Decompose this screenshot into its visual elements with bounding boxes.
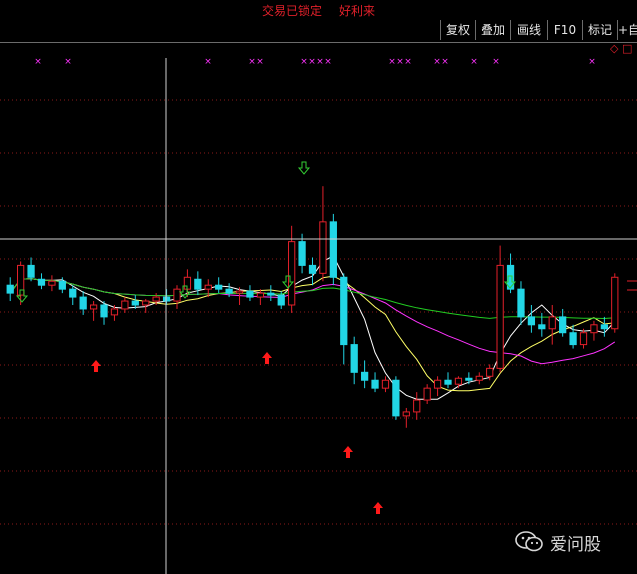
- candle-body-39: [413, 399, 421, 413]
- candle-body-21: [225, 288, 233, 294]
- trade-status-bar: 交易已锁定 好利来: [0, 0, 637, 18]
- buy-arrow-icon-2: [343, 446, 353, 458]
- candle-body-0: [6, 284, 14, 294]
- event-marker-11: ×: [404, 57, 412, 67]
- candle-body-54: [569, 332, 577, 346]
- candle-body-32: [340, 276, 348, 346]
- candle-body-11: [121, 300, 129, 310]
- candle-body-7: [79, 296, 87, 310]
- candle-body-50: [527, 316, 536, 326]
- buy-arrow-icon-1: [262, 352, 272, 364]
- candle-body-28: [298, 241, 306, 266]
- candle-body-31: [329, 221, 337, 278]
- candle-body-16: [173, 288, 181, 302]
- candle-body-8: [89, 304, 98, 310]
- draw-line-button[interactable]: 画线: [510, 20, 547, 40]
- candle-body-2: [27, 264, 35, 278]
- stock-name-label: 好利来: [339, 4, 376, 18]
- candle-body-5: [58, 280, 66, 290]
- wechat-icon: [515, 531, 543, 552]
- candle-body-40: [423, 387, 431, 401]
- buy-arrow-icon-3: [373, 502, 383, 514]
- candle-body-22: [235, 290, 244, 294]
- candle-body-26: [277, 294, 285, 306]
- watermark-text: 爱问股: [550, 535, 601, 555]
- candle-body-53: [559, 316, 567, 334]
- candlestick-chart[interactable]: × × × × × × × × × × × × × × × × ×: [0, 0, 637, 574]
- candle-body-47: [496, 264, 504, 369]
- candle-body-25: [267, 292, 275, 296]
- candle-body-34: [360, 371, 369, 381]
- buy-arrow-icon-0: [91, 360, 101, 372]
- candle-body-58: [611, 276, 619, 330]
- mark-button[interactable]: 标记: [582, 20, 617, 40]
- candle-body-42: [444, 379, 452, 385]
- event-marker-6: ×: [308, 57, 316, 67]
- event-marker-10: ×: [396, 57, 404, 67]
- candle-body-56: [590, 324, 598, 334]
- event-marker-9: ×: [388, 57, 396, 67]
- candle-body-13: [142, 300, 150, 306]
- event-marker-2: ×: [204, 57, 212, 67]
- stock-chart-window: × × × × × × × × × × × × × × × × × 交易已锁定 好利来 复权 叠加 画线 F10…: [0, 0, 637, 574]
- candle-body-44: [465, 377, 473, 381]
- candle-body-14: [152, 296, 160, 302]
- event-marker-13: ×: [441, 57, 449, 67]
- sell-arrow-icon-2: [297, 161, 311, 175]
- candle-body-49: [517, 288, 525, 318]
- candle-body-57: [600, 324, 608, 330]
- watermark: 爱问股: [514, 528, 634, 556]
- candle-body-15: [162, 296, 171, 302]
- candle-body-9: [100, 304, 108, 318]
- candle-body-30: [319, 221, 327, 274]
- candle-body-20: [215, 284, 223, 290]
- event-marker-15: ×: [492, 57, 500, 67]
- candle-body-36: [381, 379, 390, 389]
- overlay-button[interactable]: 叠加: [475, 20, 510, 40]
- event-marker-14: ×: [470, 57, 478, 67]
- candle-body-18: [194, 278, 202, 290]
- candle-body-29: [308, 264, 317, 274]
- candle-body-12: [131, 300, 139, 306]
- event-marker-5: ×: [300, 57, 308, 67]
- event-marker-7: ×: [316, 57, 324, 67]
- candle-body-43: [454, 377, 463, 385]
- candle-body-1: [17, 264, 25, 296]
- candle-body-37: [392, 379, 400, 417]
- candle-body-35: [371, 379, 379, 389]
- candle-body-46: [486, 367, 494, 377]
- candle-body-4: [48, 280, 56, 286]
- event-marker-12: ×: [433, 57, 441, 67]
- candle-body-3: [37, 278, 46, 286]
- event-marker-1: ×: [64, 57, 72, 67]
- trade-locked-label: 交易已锁定: [261, 4, 322, 18]
- add-custom-button[interactable]: +自: [617, 20, 637, 40]
- candle-body-51: [538, 324, 546, 330]
- candle-body-23: [246, 290, 254, 298]
- candle-body-10: [110, 308, 119, 316]
- candle-body-38: [402, 411, 410, 417]
- event-marker-16: ×: [588, 57, 596, 67]
- f10-button[interactable]: F10: [547, 20, 582, 40]
- diamond-square-icon[interactable]: ◇ □: [610, 42, 632, 55]
- event-marker-4: ×: [256, 57, 264, 67]
- candle-body-45: [475, 375, 483, 381]
- restore-rights-button[interactable]: 复权: [440, 20, 475, 40]
- candle-body-55: [579, 332, 588, 346]
- event-marker-8: ×: [324, 57, 332, 67]
- event-marker-3: ×: [248, 57, 256, 67]
- event-marker-0: ×: [34, 57, 42, 67]
- candle-body-33: [350, 344, 358, 373]
- candle-body-52: [548, 316, 556, 330]
- candle-body-6: [69, 288, 77, 298]
- candle-body-41: [433, 379, 442, 389]
- candle-body-24: [256, 292, 265, 298]
- chart-toolbar: 复权 叠加 画线 F10 标记 +自: [0, 18, 637, 43]
- candle-body-27: [288, 241, 296, 306]
- candle-body-19: [204, 284, 212, 290]
